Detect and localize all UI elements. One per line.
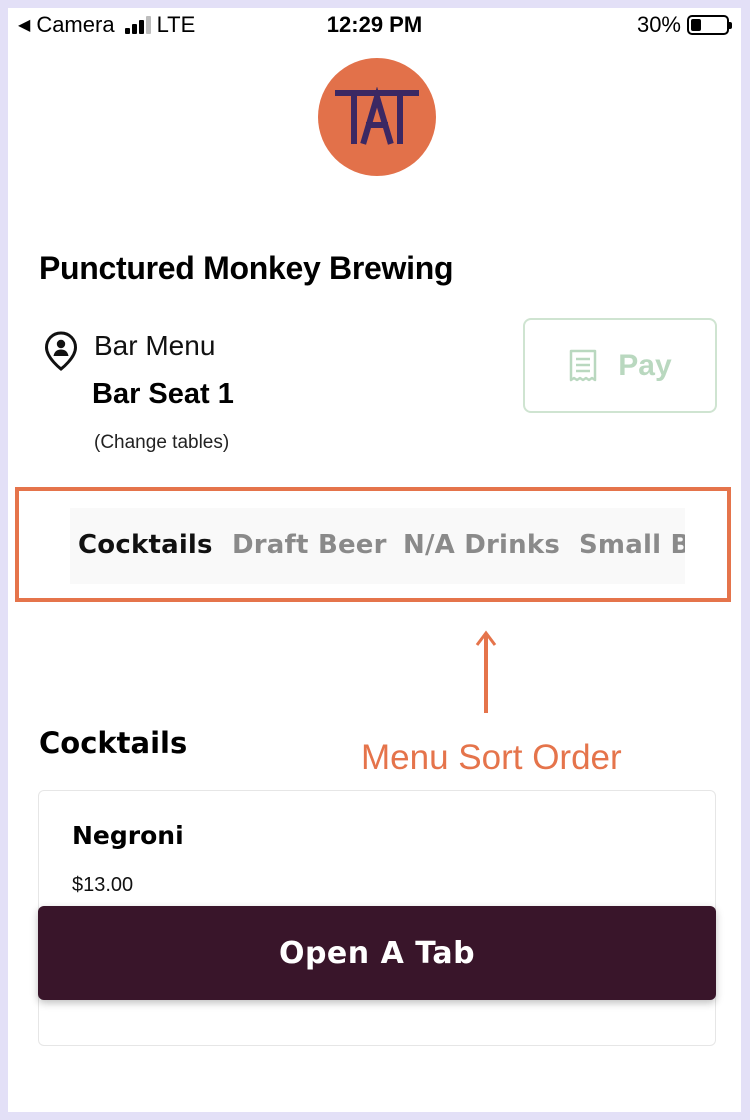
seat-name: Bar Seat 1 [92, 378, 234, 410]
annotation-label: Menu Sort Order [361, 738, 622, 777]
change-tables-link[interactable]: (Change tables) [94, 432, 229, 454]
menu-item-name: Negroni [72, 821, 184, 850]
status-bar-right: 30% [636, 12, 732, 38]
phone-screen: ◀ Camera LTE 12:29 PM 30% Punctured Monk… [8, 8, 741, 1112]
menu-category-tabs: Cocktails Draft Beer N/A Drinks Small Bi [70, 508, 685, 584]
venue-logo [318, 58, 436, 176]
tab-cocktails[interactable]: Cocktails [78, 530, 213, 560]
pay-button-label: Pay [618, 348, 672, 382]
menu-name: Bar Menu [94, 330, 216, 361]
logo-tat-mark [335, 87, 419, 145]
annotation-arrow-up-icon [475, 630, 497, 713]
status-time: 12:29 PM [326, 12, 423, 37]
tab-draft-beer[interactable]: Draft Beer [232, 530, 387, 560]
open-tab-button[interactable]: Open A Tab [38, 906, 716, 1000]
battery-percentage: 30% [636, 12, 681, 37]
tab-na-drinks[interactable]: N/A Drinks [403, 530, 560, 560]
pay-button[interactable]: Pay [523, 318, 717, 413]
status-bar: ◀ Camera LTE 12:29 PM 30% [8, 8, 741, 44]
battery-icon [687, 15, 732, 35]
section-heading: Cocktails [39, 726, 188, 760]
menu-item-price: $13.00 [72, 874, 134, 896]
tab-small-bites[interactable]: Small Bi [579, 530, 685, 560]
location-pin-person-icon [44, 331, 78, 371]
receipt-icon [570, 349, 597, 381]
venue-title: Punctured Monkey Brewing [39, 250, 454, 286]
